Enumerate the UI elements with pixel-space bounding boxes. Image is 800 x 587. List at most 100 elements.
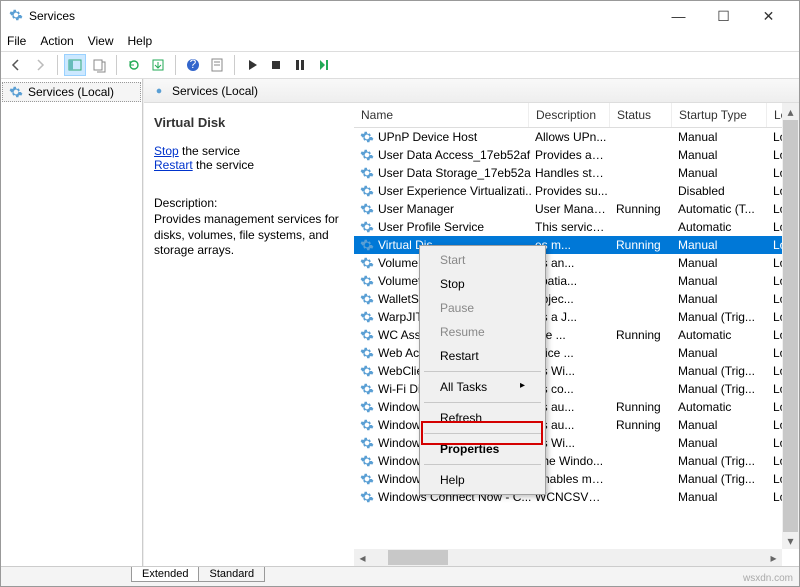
description-label: Description: [154,196,344,210]
service-startup: Manual (Trig... [674,454,769,468]
menu-help[interactable]: Help [128,34,153,48]
restart-service-link[interactable]: Restart [154,158,193,172]
gear-icon [360,220,374,234]
table-row[interactable]: User Profile ServiceThis service ...Auto… [354,218,799,236]
column-status[interactable]: Status [610,103,672,127]
title-bar: Services — ☐ ✕ [1,1,799,31]
description-text: Provides management services for disks, … [154,212,344,259]
service-status: Running [612,202,674,216]
context-help[interactable]: Help [422,468,543,492]
body: Services (Local) Services (Local) Virtua… [1,79,799,566]
context-start: Start [422,248,543,272]
service-startup: Manual (Trig... [674,364,769,378]
service-description: User Manag... [531,202,612,216]
context-menu: Start Stop Pause Resume Restart All Task… [419,245,546,495]
gear-icon [152,84,166,98]
column-startup[interactable]: Startup Type [672,103,767,127]
service-startup: Manual [674,256,769,270]
tree-item-services-local[interactable]: Services (Local) [2,82,141,102]
gear-icon [360,310,374,324]
close-button[interactable]: ✕ [746,2,791,30]
table-row[interactable]: User ManagerUser Manag...RunningAutomati… [354,200,799,218]
maximize-button[interactable]: ☐ [701,2,746,30]
service-startup: Automatic [674,400,769,414]
tab-standard[interactable]: Standard [198,567,265,582]
panel-header: Services (Local) [144,79,799,103]
context-properties[interactable]: Properties [422,437,543,461]
export-button[interactable] [147,54,169,76]
tree-pane: Services (Local) [1,79,143,566]
gear-icon [360,238,374,252]
gear-icon [360,346,374,360]
gear-icon [360,418,374,432]
export-list-button[interactable] [88,54,110,76]
detail-title: Virtual Disk [154,115,344,130]
service-description: Provides su... [531,184,612,198]
properties-button[interactable] [206,54,228,76]
service-startup: Manual [674,418,769,432]
service-startup: Manual [674,436,769,450]
context-pause: Pause [422,296,543,320]
context-stop[interactable]: Stop [422,272,543,296]
service-description: Provides ap... [531,148,612,162]
restart-service-button[interactable] [313,54,335,76]
gear-icon [360,454,374,468]
table-row[interactable]: User Data Access_17eb52afProvides ap...M… [354,146,799,164]
show-hide-tree-button[interactable] [64,54,86,76]
menu-file[interactable]: File [7,34,26,48]
context-refresh[interactable]: Refresh [422,406,543,430]
gear-icon [360,382,374,396]
column-name[interactable]: Name [354,103,529,127]
toolbar: ? [1,51,799,79]
gear-icon [360,364,374,378]
table-row[interactable]: User Experience Virtualizati...Provides … [354,182,799,200]
table-row[interactable]: User Data Storage_17eb52afHandles sto...… [354,164,799,182]
tab-extended[interactable]: Extended [131,567,199,582]
service-startup: Manual [674,490,769,504]
gear-icon [360,328,374,342]
detail-links: Stop the service Restart the service [154,144,344,172]
gear-icon [360,148,374,162]
window-controls: — ☐ ✕ [656,2,791,30]
service-name: User Experience Virtualizati... [378,184,531,198]
service-startup: Manual [674,274,769,288]
service-startup: Manual (Trig... [674,310,769,324]
menu-view[interactable]: View [88,34,114,48]
stop-service-link[interactable]: Stop [154,144,179,158]
service-startup: Manual [674,148,769,162]
gear-icon [360,436,374,450]
service-status: Running [612,418,674,432]
view-tabs: Extended Standard [1,566,799,586]
start-service-button[interactable] [241,54,263,76]
vertical-scrollbar[interactable]: ▴▾ [782,103,799,549]
svg-text:?: ? [190,57,197,71]
service-description: Handles sto... [531,166,612,180]
service-startup: Manual [674,166,769,180]
forward-button[interactable] [29,54,51,76]
panel-title: Services (Local) [172,84,258,98]
stop-service-button[interactable] [265,54,287,76]
service-startup: Manual (Trig... [674,382,769,396]
pause-service-button[interactable] [289,54,311,76]
gear-icon [360,166,374,180]
menu-action[interactable]: Action [40,34,73,48]
horizontal-scrollbar[interactable]: ◂▸ [354,549,782,566]
service-status: Running [612,328,674,342]
gear-icon [360,130,374,144]
menu-bar: File Action View Help [1,31,799,51]
back-button[interactable] [5,54,27,76]
service-description: This service ... [531,220,612,234]
service-startup: Manual [674,238,769,252]
gear-icon [360,472,374,486]
help-button[interactable]: ? [182,54,204,76]
context-all-tasks[interactable]: All Tasks [422,375,543,399]
gear-icon [360,202,374,216]
table-row[interactable]: UPnP Device HostAllows UPn...ManualLoc [354,128,799,146]
minimize-button[interactable]: — [656,2,701,30]
service-name: UPnP Device Host [378,130,477,144]
context-restart[interactable]: Restart [422,344,543,368]
service-startup: Disabled [674,184,769,198]
list-header: Name Description Status Startup Type Log [354,103,799,128]
column-description[interactable]: Description [529,103,610,127]
refresh-button[interactable] [123,54,145,76]
